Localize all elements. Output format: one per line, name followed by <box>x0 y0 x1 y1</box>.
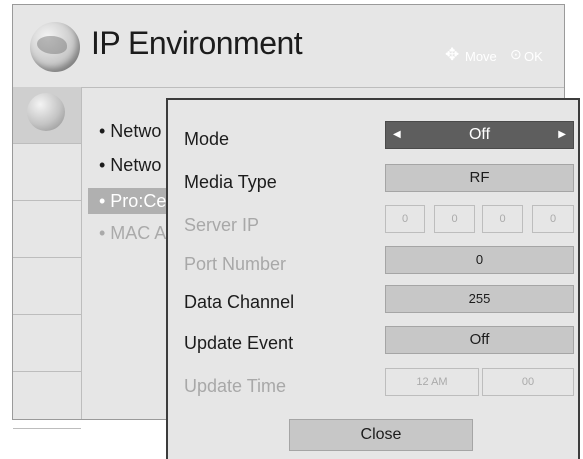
right-arrow-icon[interactable]: ▶ <box>558 122 566 148</box>
media-type-field[interactable]: RF <box>385 164 574 192</box>
menu-item[interactable]: • Netwo <box>99 155 161 176</box>
port-number-field[interactable]: 0 <box>385 246 574 274</box>
pro-centric-dialog: Mode ◀ Off ▶ Media Type RF Server IP 0 0… <box>166 98 580 459</box>
media-type-label: Media Type <box>184 172 277 192</box>
server-ip-octet: 0 <box>532 205 574 233</box>
globe-icon <box>27 93 65 131</box>
page-title: IP Environment <box>91 25 303 61</box>
mode-value: Off <box>468 126 491 143</box>
server-ip-octet: 0 <box>482 205 523 233</box>
left-arrow-icon[interactable]: ◀ <box>393 122 401 148</box>
window-header: IP Environment ✥ Move ⊙ OK <box>13 5 564 88</box>
ok-circle-icon: ⊙ <box>510 46 522 62</box>
sidebar-item[interactable] <box>13 315 81 372</box>
update-event-label: Update Event <box>184 333 294 353</box>
mode-selector[interactable]: ◀ Off ▶ <box>385 121 574 149</box>
data-channel-field[interactable]: 255 <box>385 285 574 313</box>
server-ip-octet: 0 <box>434 205 475 233</box>
ok-hint-label: OK <box>524 49 543 64</box>
mode-label: Mode <box>184 129 230 149</box>
menu-item-disabled: • MAC A <box>99 223 167 243</box>
move-hint-label: Move <box>465 49 497 64</box>
sidebar-item[interactable] <box>13 372 81 429</box>
globe-icon <box>30 22 80 72</box>
server-ip-label: Server IP <box>184 215 260 235</box>
sidebar-item-network[interactable] <box>13 87 81 144</box>
menu-item[interactable]: • Netwo <box>99 121 161 142</box>
close-button[interactable]: Close <box>289 419 473 451</box>
update-time-hour: 12 AM <box>385 368 479 396</box>
data-channel-label: Data Channel <box>184 292 295 312</box>
sidebar <box>13 87 82 429</box>
sidebar-item[interactable] <box>13 201 81 258</box>
port-number-label: Port Number <box>184 254 287 274</box>
server-ip-octet: 0 <box>385 205 425 233</box>
sidebar-item[interactable] <box>13 258 81 315</box>
move-arrows-icon: ✥ <box>445 45 460 64</box>
update-event-field[interactable]: Off <box>385 326 574 354</box>
update-time-minute: 00 <box>482 368 574 396</box>
sidebar-item[interactable] <box>13 144 81 201</box>
update-time-label: Update Time <box>184 376 287 396</box>
